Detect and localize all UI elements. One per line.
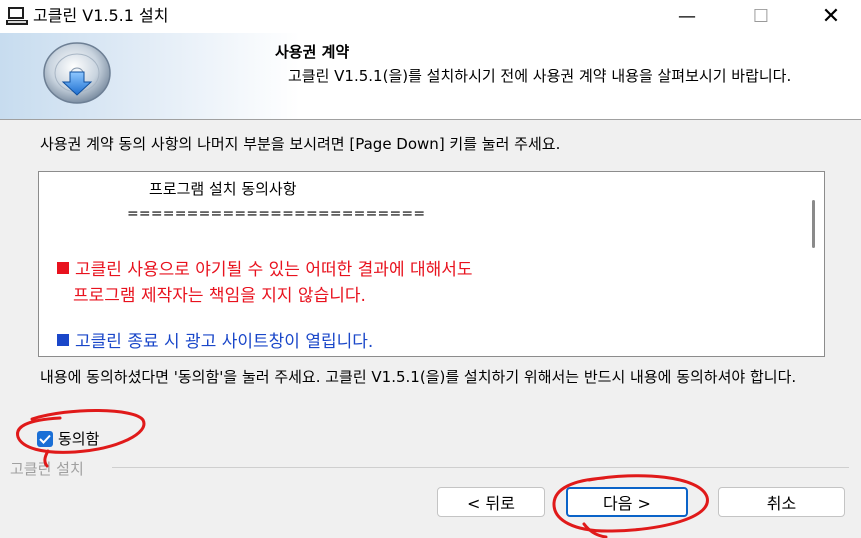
license-item-ads: 고클린 종료 시 광고 사이트창이 열립니다.	[57, 327, 373, 352]
red-square-bullet-icon	[57, 261, 69, 274]
header-subtitle: 고클린 V1.5.1(을)를 설치하시기 전에 사용권 계약 내용을 살펴보시기…	[288, 67, 792, 85]
maximize-button[interactable]: ☐	[732, 0, 790, 33]
license-text-box[interactable]: 프로그램 설치 동의사항 ========================= 고…	[38, 171, 825, 357]
blue-square-bullet-icon	[57, 333, 69, 346]
license-rule: =========================	[127, 206, 426, 222]
license-heading: 프로그램 설치 동의사항	[149, 180, 297, 198]
cancel-button[interactable]: 취소	[718, 487, 845, 517]
instruction-text: 사용권 계약 동의 사항의 나머지 부분을 보시려면 [Page Down] 키…	[40, 135, 561, 153]
group-label: 고클린 설치	[10, 458, 88, 479]
agree-checkbox-row[interactable]: 동의함	[37, 428, 99, 449]
agreement-instruction: 내용에 동의하셨다면 '동의함'을 눌러 주세요. 고클린 V1.5.1(을)를…	[40, 368, 797, 386]
close-button[interactable]: ✕	[802, 0, 860, 33]
license-item-liability-line1: 고클린 사용으로 야기될 수 있는 어떠한 결과에 대해서도	[75, 260, 473, 280]
license-item-liability: 고클린 사용으로 야기될 수 있는 어떠한 결과에 대해서도	[57, 255, 473, 280]
divider-line	[112, 467, 849, 468]
window-title: 고클린 V1.5.1 설치	[33, 6, 169, 25]
title-bar: 고클린 V1.5.1 설치 — ☐ ✕	[0, 0, 861, 33]
back-button[interactable]: < 뒤로	[437, 487, 545, 517]
license-item-ads-text: 고클린 종료 시 광고 사이트창이 열립니다.	[75, 332, 374, 352]
installer-computer-icon	[6, 7, 28, 25]
checkmark-icon	[39, 434, 51, 444]
agree-checkbox[interactable]	[37, 430, 53, 447]
next-button[interactable]: 다음 >	[566, 487, 688, 517]
header-title: 사용권 계약	[275, 43, 350, 61]
license-item-liability-line2: 프로그램 제작자는 책임을 지지 않습니다.	[73, 286, 366, 306]
agree-checkbox-label[interactable]: 동의함	[58, 428, 99, 449]
scrollbar-thumb[interactable]	[812, 200, 815, 248]
vertical-scrollbar[interactable]	[808, 172, 824, 356]
minimize-button[interactable]: —	[658, 0, 716, 33]
installer-disc-icon	[43, 42, 111, 104]
page-header: 사용권 계약 고클린 V1.5.1(을)를 설치하시기 전에 사용권 계약 내용…	[0, 33, 861, 120]
annotation-circle-next-tail	[582, 522, 608, 538]
